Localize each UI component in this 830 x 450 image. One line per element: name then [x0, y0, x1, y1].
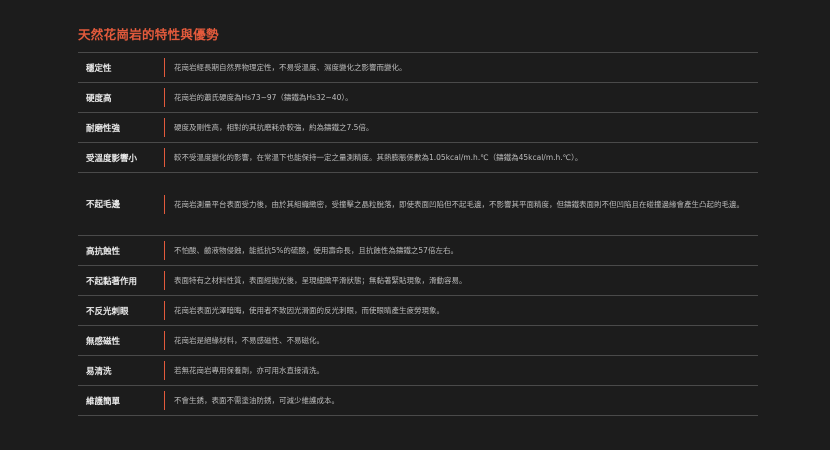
- row-label: 高抗蝕性: [86, 246, 121, 257]
- table-row: 維護簡單 不會生銹，表面不需塗油防銹，可減少維護成本。: [78, 385, 758, 416]
- table-row: 不起毛邊 花崗岩測量平台表面受力後，由於其組織緻密，受撞擊之晶粒脫落，即使表面凹…: [78, 172, 758, 236]
- row-label: 穩定性: [86, 63, 112, 74]
- table-row: 無感磁性 花崗岩是絕緣材料，不易感磁性、不易磁化。: [78, 325, 758, 356]
- row-description: 不會生銹，表面不需塗油防銹，可減少維護成本。: [164, 391, 758, 410]
- row-description: 較不受溫度變化的影響，在常溫下也能保持一定之量測精度。其熱膨脹係數為1.05kc…: [164, 148, 758, 167]
- row-label: 不起黏著作用: [86, 276, 138, 287]
- row-label: 耐磨性強: [86, 123, 121, 134]
- row-description: 花崗岩的蕭氏硬度為Hs73~97（鑄鐵為Hs32~40）。: [164, 88, 758, 107]
- row-description: 表面特有之材料性質，表面經拋光後，呈現細緻平滑狀態；無黏著緊貼現象，滑動容易。: [164, 271, 758, 290]
- row-label: 受溫度影響小: [86, 153, 138, 164]
- row-label: 不反光刺眼: [86, 306, 129, 317]
- page: 天然花崗岩的特性與優勢 穩定性 花崗岩經長期自然界物理定性，不易受溫度、濕度變化…: [0, 0, 830, 450]
- row-label: 易清洗: [86, 366, 112, 377]
- row-description: 花崗岩表面光澤暗晦，使用者不致因光滑面的反光刺眼，而使眼睛產生疲勞現象。: [164, 301, 758, 320]
- row-description: 花崗岩是絕緣材料，不易感磁性、不易磁化。: [164, 331, 758, 350]
- granite-properties-table: 穩定性 花崗岩經長期自然界物理定性，不易受溫度、濕度變化之影響而變化。 硬度高 …: [78, 52, 758, 416]
- table-row: 易清洗 若無花崗岩專用保養劑，亦可用水直接清洗。: [78, 355, 758, 386]
- row-label: 無感磁性: [86, 336, 121, 347]
- row-label: 不起毛邊: [86, 200, 121, 210]
- table-row: 高抗蝕性 不怕酸、鹼液物侵蝕，能抵抗5%的硫酸，使用壽命長，且抗蝕性為鑄鐵之57…: [78, 235, 758, 266]
- table-row: 硬度高 花崗岩的蕭氏硬度為Hs73~97（鑄鐵為Hs32~40）。: [78, 82, 758, 113]
- table-row: 穩定性 花崗岩經長期自然界物理定性，不易受溫度、濕度變化之影響而變化。: [78, 52, 758, 83]
- row-description: 硬度及剛性高，相對的其抗磨耗亦較強，約為鑄鐵之7.5倍。: [164, 118, 758, 137]
- table-row: 耐磨性強 硬度及剛性高，相對的其抗磨耗亦較強，約為鑄鐵之7.5倍。: [78, 112, 758, 143]
- table-row: 不起黏著作用 表面特有之材料性質，表面經拋光後，呈現細緻平滑狀態；無黏著緊貼現象…: [78, 265, 758, 296]
- table-row: 不反光刺眼 花崗岩表面光澤暗晦，使用者不致因光滑面的反光刺眼，而使眼睛產生疲勞現…: [78, 295, 758, 326]
- table-row: 受溫度影響小 較不受溫度變化的影響，在常溫下也能保持一定之量測精度。其熱膨脹係數…: [78, 142, 758, 173]
- section-title: 天然花崗岩的特性與優勢: [78, 27, 219, 42]
- row-label: 硬度高: [86, 93, 112, 104]
- row-description: 花崗岩經長期自然界物理定性，不易受溫度、濕度變化之影響而變化。: [164, 58, 758, 77]
- row-description: 不怕酸、鹼液物侵蝕，能抵抗5%的硫酸，使用壽命長，且抗蝕性為鑄鐵之57倍左右。: [164, 241, 758, 260]
- row-description: 花崗岩測量平台表面受力後，由於其組織緻密，受撞擊之晶粒脫落，即使表面凹陷但不起毛…: [164, 194, 758, 214]
- row-description: 若無花崗岩專用保養劑，亦可用水直接清洗。: [164, 361, 758, 380]
- row-label: 維護簡單: [86, 396, 121, 407]
